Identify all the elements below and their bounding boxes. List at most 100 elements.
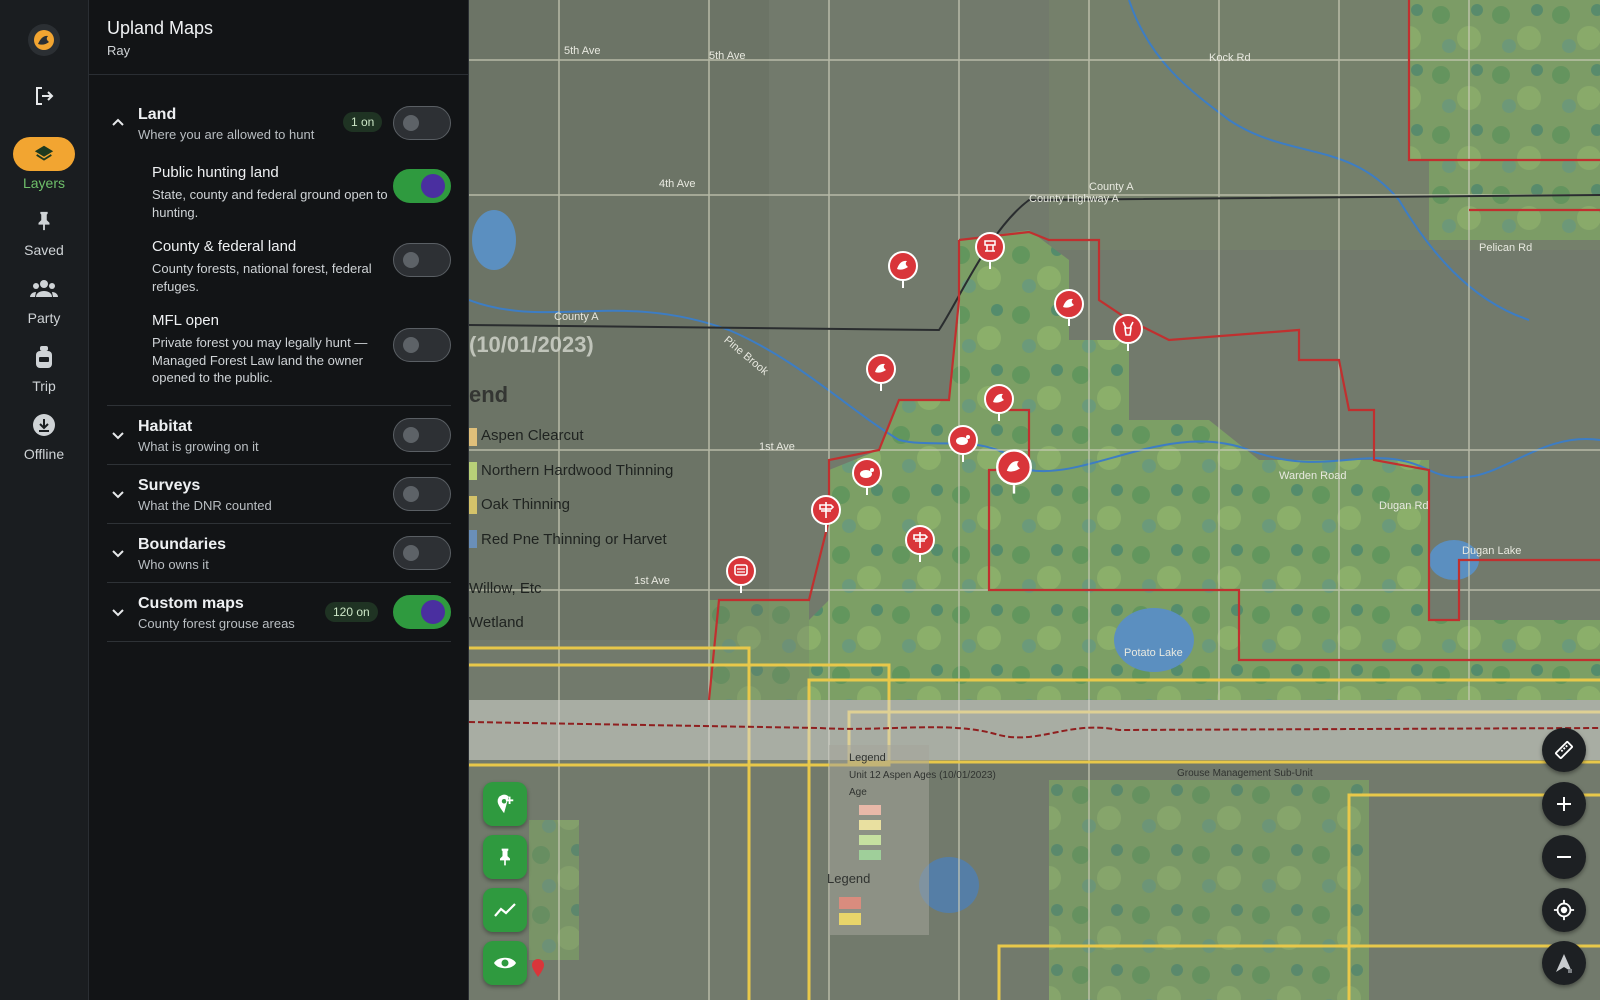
layer-group-subtitle: Where you are allowed to hunt (138, 127, 315, 142)
layer-item-desc: County forests, national forest, federal… (152, 261, 372, 294)
compass-button[interactable] (1542, 941, 1586, 985)
road-label: 1st Ave (634, 575, 670, 587)
road-label: 1st Ave (759, 441, 795, 453)
layer-group-subtitle: What the DNR counted (138, 498, 272, 513)
layer-item-title: County & federal land (152, 238, 297, 255)
my-location-button[interactable] (1542, 888, 1586, 932)
chevron-down-icon[interactable] (107, 424, 129, 446)
layer-item-mfl-open: MFL open Private forest you may legally … (152, 312, 392, 387)
map-canvas[interactable]: (10/01/2023) end Aspen Clearcut Northern… (469, 0, 1600, 1000)
road-label: 5th Ave (564, 45, 601, 57)
layer-item-desc: State, county and federal ground open to… (152, 187, 388, 220)
layer-group-title[interactable]: Custom maps (138, 595, 244, 613)
layer-group-subtitle: Who owns it (138, 557, 209, 572)
rail-label: Layers (22, 175, 66, 191)
lower-legend-title: Unit 12 Aspen Ages (10/01/2023) (849, 770, 996, 781)
bag-icon (13, 340, 75, 374)
layer-group-toggle[interactable] (393, 536, 451, 570)
layer-item-toggle[interactable] (393, 169, 451, 203)
grouse-pin-selected-icon[interactable] (996, 449, 1032, 495)
legend-item: Oak Thinning (481, 496, 570, 513)
chevron-down-icon[interactable] (107, 542, 129, 564)
layer-group-boundaries: Boundaries Who owns it (107, 524, 451, 583)
group-icon (13, 272, 75, 306)
road-label: Warden Road (1279, 470, 1347, 482)
layer-group-subtitle: What is growing on it (138, 439, 259, 454)
saved-pins-button[interactable] (483, 835, 527, 879)
road-label: County A (554, 311, 599, 323)
logout-icon[interactable] (32, 84, 56, 108)
layer-group-habitat: Habitat What is growing on it (107, 406, 451, 465)
lower-legend-age: Age (849, 787, 867, 798)
active-count-badge: 1 on (343, 112, 383, 132)
layer-group-toggle[interactable] (393, 477, 451, 511)
add-waypoint-button[interactable] (483, 782, 527, 826)
turkey-pin-icon[interactable] (852, 458, 882, 496)
rail-item-offline[interactable]: Offline (0, 408, 88, 462)
chevron-up-icon[interactable] (107, 112, 129, 134)
layers-icon (13, 137, 75, 171)
rail-label: Party (27, 310, 61, 326)
layer-group-toggle[interactable] (393, 106, 451, 140)
zoom-in-button[interactable] (1542, 782, 1586, 826)
visibility-button[interactable] (483, 941, 527, 985)
deer-pin-icon[interactable] (1113, 314, 1143, 352)
lower-legend-heading: Legend (849, 752, 886, 764)
rail-item-saved[interactable]: Saved (0, 204, 88, 258)
lake-label: Potato Lake (1124, 647, 1183, 659)
layer-group-land: Land Where you are allowed to hunt 1 on … (107, 96, 451, 406)
road-label: 4th Ave (659, 178, 696, 190)
sign-pin-icon[interactable] (726, 556, 756, 594)
subunit-label: Grouse Management Sub-Unit (1177, 768, 1313, 779)
rail-item-trip[interactable]: Trip (0, 340, 88, 394)
layer-group-title[interactable]: Surveys (138, 477, 200, 495)
layer-group-toggle[interactable] (393, 595, 451, 629)
location-marker-icon (532, 959, 544, 977)
layer-item-public-hunting: Public hunting land State, county and fe… (152, 164, 392, 221)
road-label: County A (1089, 181, 1134, 193)
legend-item: Wetland (469, 614, 524, 631)
trail-pin-icon[interactable] (975, 232, 1005, 270)
rail-label: Trip (32, 378, 56, 394)
grouse-pin-icon[interactable] (984, 384, 1014, 422)
active-count-badge: 120 on (325, 602, 378, 622)
rail-label: Saved (24, 242, 64, 258)
download-icon (13, 408, 75, 442)
pin-icon (13, 204, 75, 238)
layer-group-title[interactable]: Habitat (138, 418, 192, 436)
grouse-pin-icon[interactable] (1054, 289, 1084, 327)
layer-group-subtitle: County forest grouse areas (138, 616, 295, 631)
layer-group-toggle[interactable] (393, 418, 451, 452)
layer-item-county-federal: County & federal land County forests, na… (152, 238, 392, 295)
lake-label: Dugan Lake (1462, 545, 1522, 557)
layer-group-title[interactable]: Boundaries (138, 536, 226, 554)
track-route-button[interactable] (483, 888, 527, 932)
map-layer (469, 0, 1600, 1000)
layer-item-toggle[interactable] (393, 243, 451, 277)
signpost-pin-icon[interactable] (811, 495, 841, 533)
road-label: County Highway A (1029, 193, 1119, 205)
layer-group-custom-maps: Custom maps County forest grouse areas 1… (107, 583, 451, 642)
grouse-pin-icon[interactable] (888, 251, 918, 289)
grouse-pin-icon[interactable] (866, 354, 896, 392)
layers-panel: Upland Maps Ray Land Where you are allow… (89, 0, 469, 1000)
rail-item-layers[interactable]: Layers (0, 137, 88, 191)
divider (89, 74, 468, 75)
signpost-pin-icon[interactable] (905, 525, 935, 563)
app-title: Upland Maps (107, 18, 214, 38)
legend-item: Aspen Clearcut (481, 427, 584, 444)
legend-item: Red Pne Thinning or Harvet (481, 531, 667, 548)
layer-item-title: MFL open (152, 312, 219, 329)
measure-button[interactable] (1542, 728, 1586, 772)
chevron-down-icon[interactable] (107, 601, 129, 623)
road-label: Kock Rd (1209, 52, 1251, 64)
road-label: 5th Ave (709, 50, 746, 62)
layer-group-title[interactable]: Land (138, 106, 176, 124)
user-name: Ray (107, 43, 131, 58)
zoom-out-button[interactable] (1542, 835, 1586, 879)
layer-item-toggle[interactable] (393, 328, 451, 362)
turkey-pin-icon[interactable] (948, 425, 978, 463)
rail-item-party[interactable]: Party (0, 272, 88, 326)
chevron-down-icon[interactable] (107, 483, 129, 505)
legend-item: Willow, Etc (469, 580, 542, 597)
